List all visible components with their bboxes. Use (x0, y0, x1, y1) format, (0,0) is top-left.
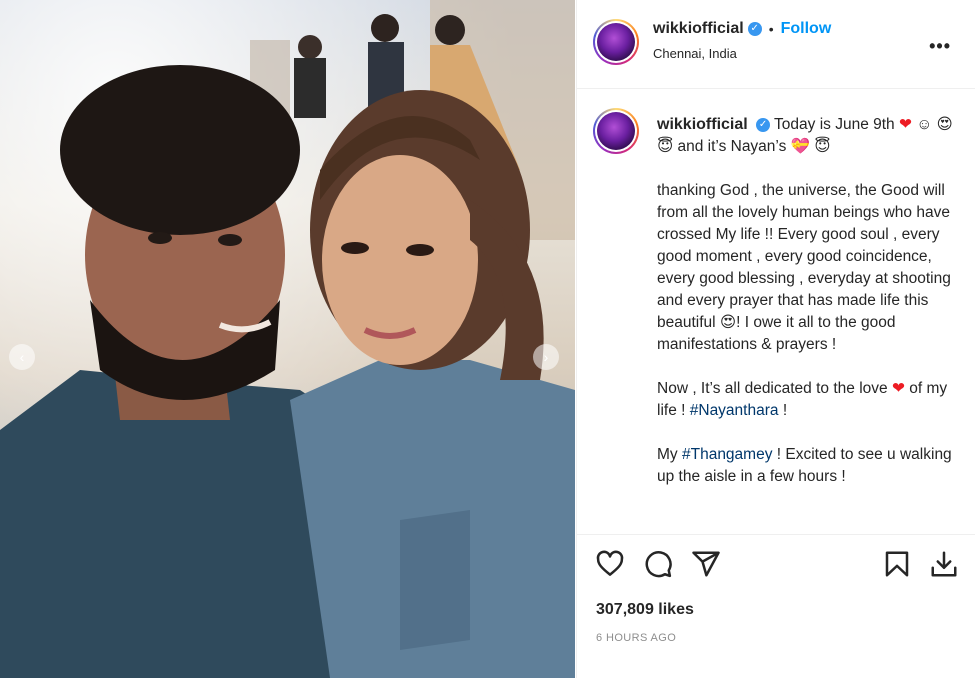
separator-dot: • (768, 21, 774, 37)
halo-emoji: 😇 (657, 138, 674, 155)
caption-para2-end: ! (782, 402, 788, 419)
caption-paragraph-2: Now , It’s all dedicated to the love ❤ o… (657, 378, 957, 422)
heart-eyes-emoji: 😍 (936, 116, 953, 133)
caption-first-line: wikkiofficial ✓ Today is June 9th ❤ ☺ 😍 … (657, 114, 957, 158)
carousel-prev-button[interactable]: ‹ (9, 344, 35, 370)
post-side-panel: wikkiofficial ✓ • Follow Chennai, India … (576, 0, 975, 678)
caption-paragraph-1: thanking God , the universe, the Good wi… (657, 180, 957, 356)
bookmark-icon[interactable] (882, 549, 912, 579)
caption-para1-text: thanking God , the universe, the Good wi… (657, 182, 951, 331)
post-header: wikkiofficial ✓ • Follow Chennai, India … (577, 0, 975, 89)
caption-paragraph-3: My #Thangamey ! Excited to see u walking… (657, 444, 957, 488)
caption-avatar[interactable] (593, 108, 639, 154)
gift-heart-emoji: 💝 (790, 138, 810, 155)
hashtag-link[interactable]: #Nayanthara (690, 402, 779, 419)
post-photo (0, 0, 575, 678)
author-username[interactable]: wikkiofficial (653, 20, 744, 38)
caption-line1: Today is June 9th (774, 116, 895, 133)
follow-button[interactable]: Follow (781, 20, 832, 38)
post-media[interactable]: ‹ › (0, 0, 575, 678)
hashtag-link[interactable]: #Thangamey (682, 446, 772, 463)
caption-line1b: and it’s Nayan’s (677, 138, 787, 155)
caption-area: wikkiofficial ✓ Today is June 9th ❤ ☺ 😍 … (577, 90, 975, 534)
post-timestamp[interactable]: 6 HOURS AGO (596, 632, 676, 644)
likes-count[interactable]: 307,809 likes (596, 601, 694, 619)
caption-para2-a: Now , It’s all dedicated to the love (657, 380, 888, 397)
share-icon[interactable] (691, 549, 721, 579)
verified-badge-icon: ✓ (747, 22, 762, 36)
action-bar: 307,809 likes 6 HOURS AGO (577, 534, 975, 678)
caption-para3-a: My (657, 446, 678, 463)
carousel-next-button[interactable]: › (533, 344, 559, 370)
caption-username[interactable]: wikkiofficial (657, 116, 748, 133)
heart-eyes-emoji: 😍 (719, 314, 737, 331)
heart-icon[interactable] (595, 549, 625, 579)
caption-text: wikkiofficial ✓ Today is June 9th ❤ ☺ 😍 … (657, 114, 957, 488)
chevron-right-icon: › (543, 349, 549, 365)
red-heart-emoji: ❤ (891, 380, 905, 397)
author-row: wikkiofficial ✓ • Follow (653, 20, 831, 38)
verified-badge-icon: ✓ (756, 117, 771, 132)
avatar[interactable] (593, 19, 639, 65)
download-icon[interactable] (929, 549, 959, 579)
halo-emoji: 😇 (814, 138, 831, 155)
red-heart-emoji: ❤ (899, 116, 912, 133)
smile-emoji: ☺ (916, 116, 933, 133)
post-location[interactable]: Chennai, India (653, 46, 737, 61)
comment-icon[interactable] (643, 549, 673, 579)
more-options-icon[interactable]: ••• (929, 36, 951, 57)
chevron-left-icon: ‹ (19, 349, 25, 365)
